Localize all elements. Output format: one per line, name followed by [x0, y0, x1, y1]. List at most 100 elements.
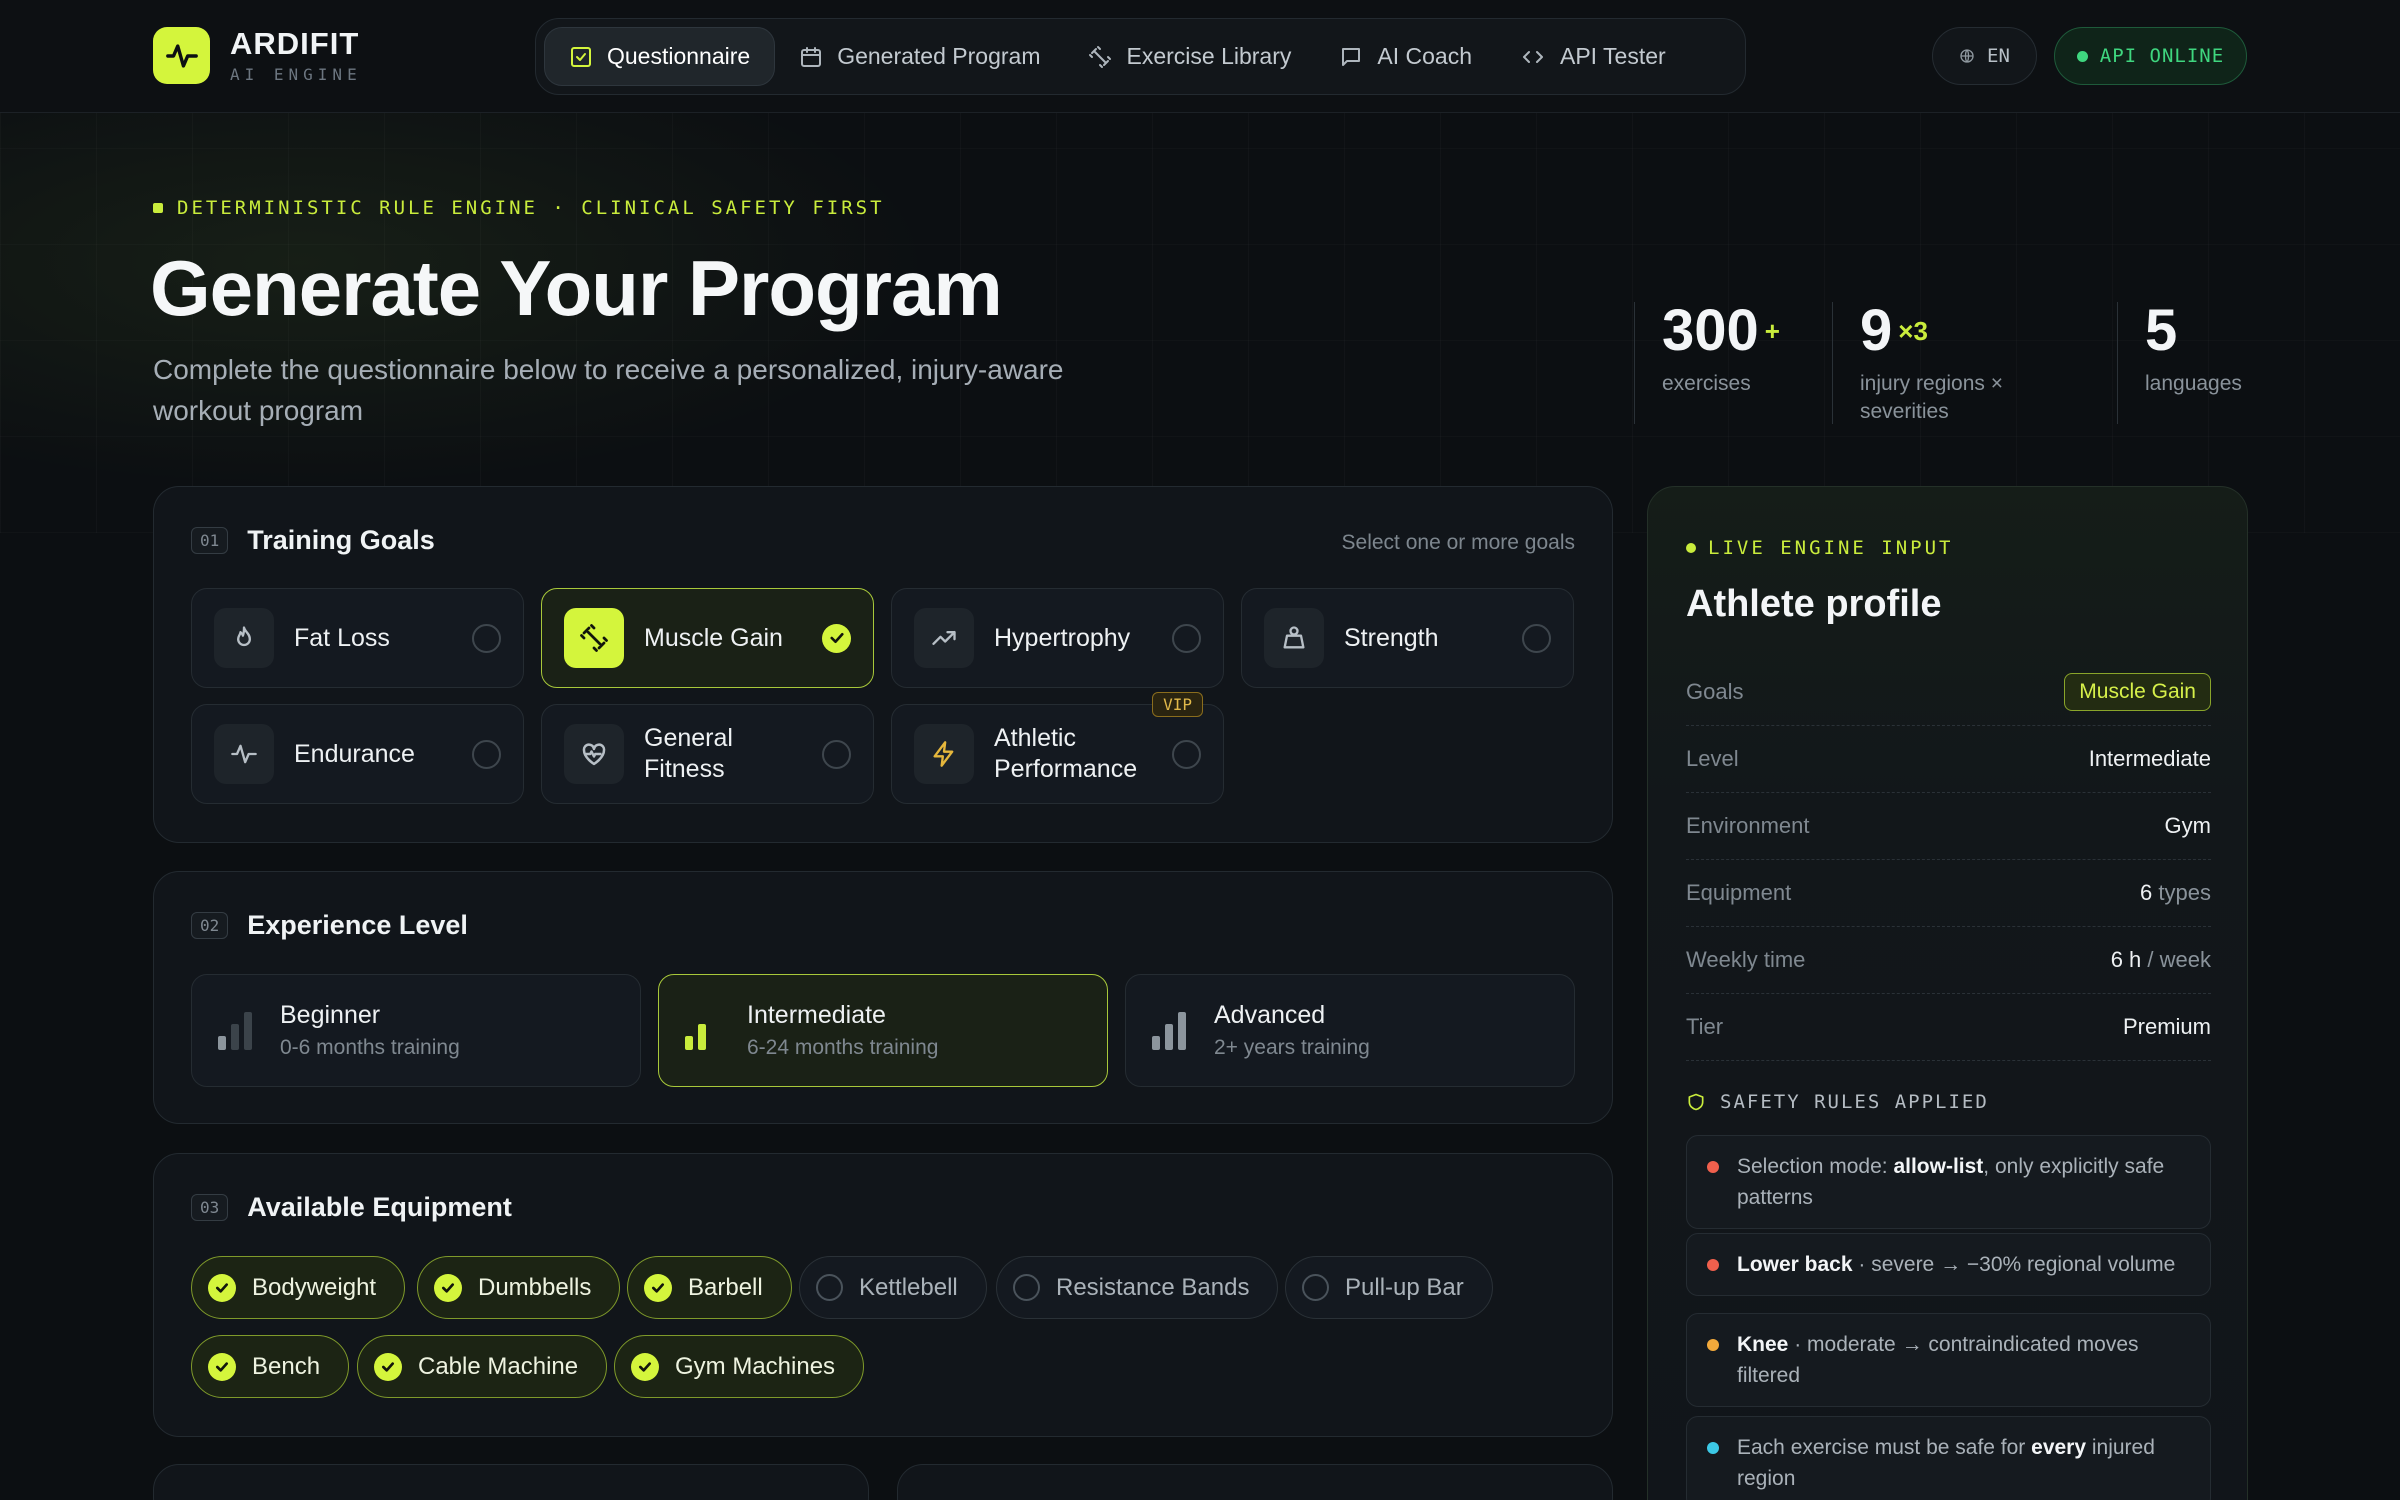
available-equipment-card: 03 Available Equipment Bodyweight Dumbbe… — [153, 1153, 1613, 1437]
check-icon — [208, 1273, 236, 1302]
safety-rule: Selection mode: allow-list, only explici… — [1686, 1135, 2211, 1229]
goal-fat-loss[interactable]: Fat Loss — [191, 588, 524, 688]
row-key: Environment — [1686, 813, 1810, 838]
row-key: Weekly time — [1686, 947, 1806, 972]
row-value: 6 h — [2110, 947, 2142, 972]
severity-dot — [1707, 1442, 1719, 1454]
goal-label: Muscle Gain — [644, 623, 783, 652]
level-name: Intermediate — [747, 1001, 886, 1029]
panel-title: Athlete profile — [1686, 583, 1942, 625]
severity-dot — [1707, 1339, 1719, 1351]
globe-icon — [1960, 49, 1974, 63]
check-icon — [631, 1352, 659, 1381]
nav-exercise-library[interactable]: Exercise Library — [1064, 27, 1315, 86]
equipment-bodyweight[interactable]: Bodyweight — [191, 1256, 406, 1319]
level-beginner[interactable]: Beginner 0-6 months training — [191, 974, 641, 1087]
check-icon — [374, 1352, 402, 1381]
training-goals-card: 01 Training Goals Select one or more goa… — [153, 486, 1613, 843]
equipment-gym-machines[interactable]: Gym Machines — [614, 1335, 865, 1398]
shield-icon — [1688, 1093, 1704, 1111]
goal-hypertrophy[interactable]: Hypertrophy — [891, 588, 1224, 688]
equipment-bench[interactable]: Bench — [191, 1335, 350, 1398]
goal-label: Endurance — [294, 739, 415, 768]
rule-emphasis: allow-list — [1893, 1155, 1984, 1178]
panel-eyebrow-text: LIVE ENGINE INPUT — [1708, 537, 1954, 559]
section-title: Training Goals — [247, 525, 435, 555]
goal-label: Hypertrophy — [994, 623, 1131, 652]
row-value: 6 — [2140, 880, 2153, 905]
level-bars-icon — [1152, 1011, 1186, 1050]
nav-generated-program[interactable]: Generated Program — [775, 27, 1064, 86]
eyebrow-text: DETERMINISTIC RULE ENGINE · CLINICAL SAF… — [177, 197, 885, 219]
profile-row-goals: Goals Muscle Gain — [1686, 659, 2211, 726]
nav-label: API Tester — [1559, 43, 1666, 69]
chip-label: Resistance Bands — [1056, 1273, 1250, 1301]
equipment-resistance-bands[interactable]: Resistance Bands — [996, 1256, 1279, 1319]
equipment-kettlebell[interactable]: Kettlebell — [799, 1256, 987, 1319]
chip-label: Bodyweight — [252, 1273, 377, 1301]
goal-radio — [1172, 739, 1201, 769]
logo[interactable]: ARDIFIT AI ENGINE — [153, 27, 362, 84]
profile-row-tier: Tier Premium — [1686, 994, 2211, 1061]
language-switcher[interactable]: EN — [1932, 27, 2037, 85]
safety-title: SAFETY RULES APPLIED — [1720, 1091, 1989, 1113]
level-bars-icon — [218, 1011, 252, 1050]
panel-eyebrow: LIVE ENGINE INPUT — [1686, 537, 1953, 559]
row-unit: / week — [2147, 947, 2211, 972]
row-unit: types — [2158, 880, 2211, 905]
stat-exercises: 300 + exercises — [1634, 302, 1832, 424]
profile-row-equipment: Equipment 6 types — [1686, 860, 2211, 927]
equipment-cable-machine[interactable]: Cable Machine — [357, 1335, 608, 1398]
brand-subtitle: AI ENGINE — [230, 65, 362, 84]
stat-suffix: ×3 — [1898, 316, 1928, 346]
stat-languages: 5 languages — [2117, 302, 2249, 424]
safety-rules-heading: SAFETY RULES APPLIED — [1686, 1091, 1989, 1113]
rule-text: · severe → −30% regional volume — [1852, 1253, 2176, 1276]
check-icon — [208, 1352, 236, 1381]
section-hint: Select one or more goals — [1341, 531, 1575, 554]
unchecked-icon — [1013, 1274, 1040, 1301]
severity-dot — [1707, 1161, 1719, 1173]
rule-emphasis: Knee — [1737, 1333, 1789, 1356]
goal-label: Fat Loss — [294, 623, 390, 652]
profile-row-environment: Environment Gym — [1686, 793, 2211, 860]
goal-strength[interactable]: Strength — [1241, 588, 1574, 688]
stat-suffix: + — [1764, 316, 1780, 346]
goal-endurance[interactable]: Endurance — [191, 704, 524, 804]
stat-value: 9 — [1860, 298, 1893, 363]
chat-icon — [1342, 47, 1361, 66]
goal-general-fitness[interactable]: General Fitness — [541, 704, 874, 804]
code-icon — [1522, 50, 1543, 63]
safety-rule: Each exercise must be safe for every inj… — [1686, 1416, 2211, 1500]
stat-label: exercises — [1662, 372, 1751, 395]
live-dot — [1686, 543, 1696, 553]
level-intermediate[interactable]: Intermediate 6-24 months training — [658, 974, 1108, 1087]
equipment-dumbbells[interactable]: Dumbbells — [417, 1256, 621, 1319]
level-desc: 2+ years training — [1214, 1036, 1370, 1059]
unchecked-icon — [1302, 1274, 1329, 1301]
top-bar: ARDIFIT AI ENGINE Questionnaire Generate… — [0, 0, 2400, 113]
section-title: Available Equipment — [247, 1192, 512, 1222]
step-number: 02 — [191, 912, 229, 939]
goal-label: Strength — [1344, 623, 1439, 652]
equipment-barbell[interactable]: Barbell — [627, 1256, 792, 1319]
nav-api-tester[interactable]: API Tester — [1496, 27, 1690, 86]
row-value: Gym — [2164, 813, 2211, 838]
level-advanced[interactable]: Advanced 2+ years training — [1125, 974, 1575, 1087]
nav-ai-coach[interactable]: AI Coach — [1315, 27, 1496, 86]
row-key: Goals — [1686, 679, 1744, 704]
stat-label: languages — [2145, 372, 2242, 395]
goal-radio — [472, 623, 501, 653]
brand-name: ARDIFIT — [230, 26, 360, 61]
goal-muscle-gain[interactable]: Muscle Gain — [541, 588, 874, 688]
nav-questionnaire[interactable]: Questionnaire — [544, 27, 776, 86]
stat-injury-regions: 9 ×3 injury regions × severities — [1832, 302, 2117, 424]
weight-icon — [1283, 626, 1305, 649]
goal-athletic-performance[interactable]: VIP Athletic Performance — [891, 692, 1224, 804]
equipment-pull-up-bar[interactable]: Pull-up Bar — [1285, 1256, 1493, 1319]
section-title: Experience Level — [247, 910, 468, 940]
eyebrow-marker — [153, 203, 163, 213]
athlete-profile-panel: LIVE ENGINE INPUT Athlete profile Goals … — [1647, 486, 2248, 1500]
chip-label: Barbell — [688, 1273, 763, 1301]
chip-label: Dumbbells — [478, 1273, 592, 1301]
